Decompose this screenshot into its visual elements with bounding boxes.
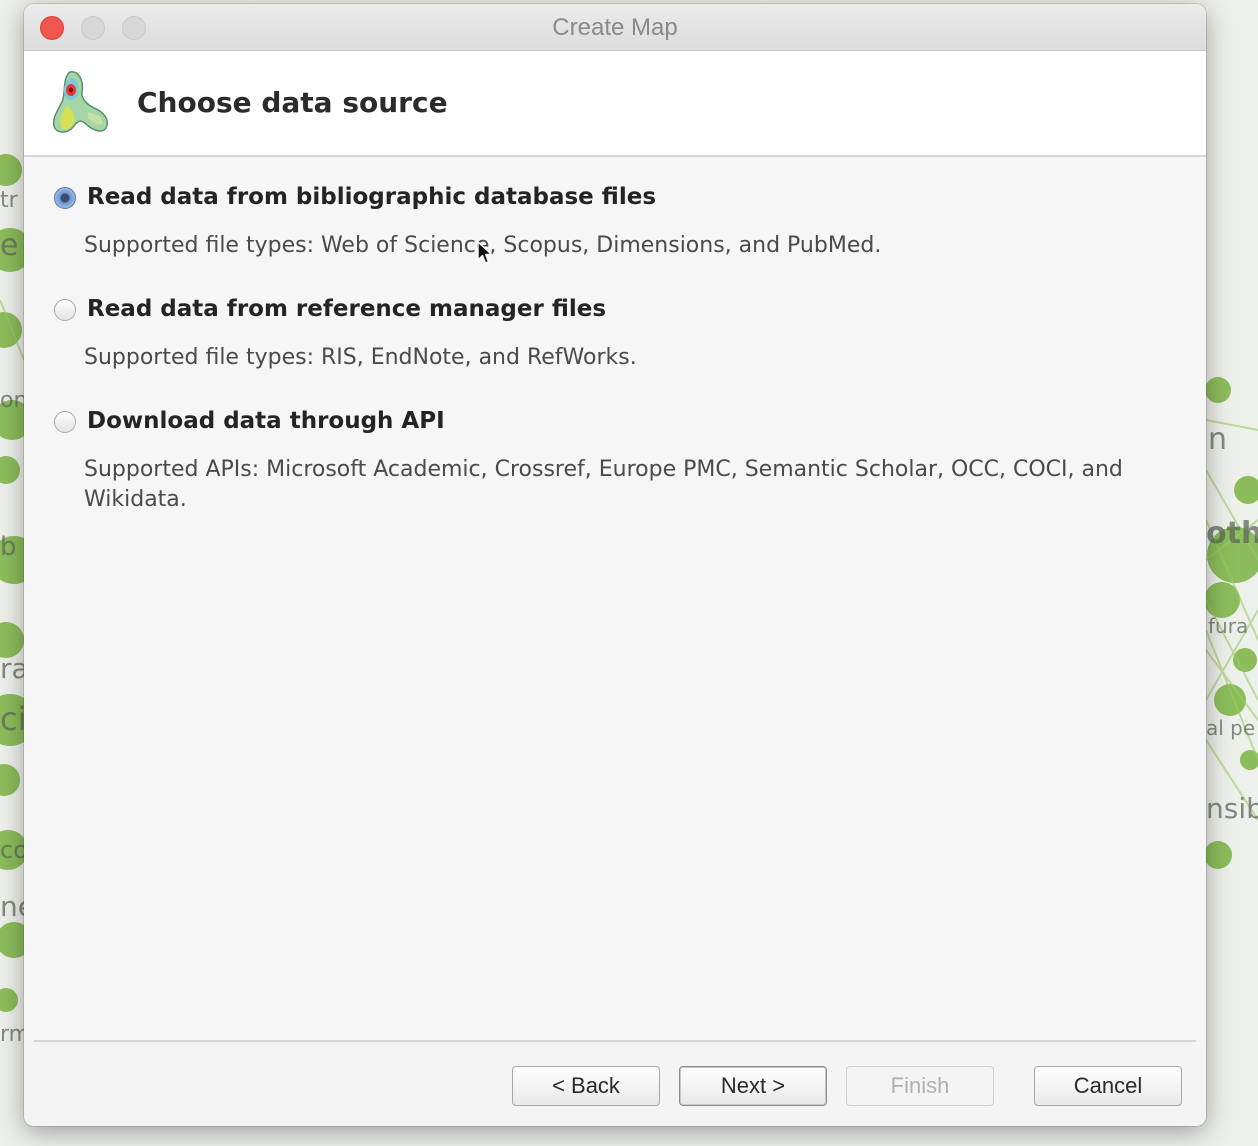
radio-reference-manager[interactable] <box>54 299 76 321</box>
background-label: b <box>0 532 17 562</box>
mouse-pointer-icon <box>477 241 493 264</box>
create-map-dialog: Create Map Choose data source Read data … <box>24 4 1206 1126</box>
option-description: Supported file types: Web of Science, Sc… <box>84 233 882 258</box>
option-label[interactable]: Download data through API <box>87 408 445 434</box>
cancel-button[interactable]: Cancel <box>1034 1066 1182 1106</box>
option-description: Supported APIs: Microsoft Academic, Cros… <box>84 457 1123 512</box>
radio-download-api[interactable] <box>54 411 76 433</box>
background-label: n <box>1208 422 1228 457</box>
window-title: Create Map <box>552 14 678 41</box>
background-label: al pe <box>1206 716 1256 740</box>
option-label[interactable]: Read data from reference manager files <box>87 296 606 322</box>
page-title: Choose data source <box>137 86 448 119</box>
background-label: ci <box>0 700 27 738</box>
background-label: tr <box>0 188 18 213</box>
option-label[interactable]: Read data from bibliographic database fi… <box>87 184 656 210</box>
next-button[interactable]: Next > <box>679 1066 827 1106</box>
background-label: nsib <box>1206 792 1258 825</box>
radio-bibliographic-database[interactable] <box>54 187 76 209</box>
background-label: fura <box>1208 614 1249 638</box>
back-button[interactable]: < Back <box>512 1066 660 1106</box>
option-description: Supported file types: RIS, EndNote, and … <box>84 345 637 370</box>
background-label: oth <box>1206 516 1258 551</box>
vosviewer-logo-icon <box>52 71 108 133</box>
background-label: e <box>0 228 19 263</box>
data-source-options: Read data from bibliographic database fi… <box>24 157 1206 1038</box>
title-bar[interactable]: Create Map <box>24 4 1206 51</box>
finish-button: Finish <box>846 1066 994 1106</box>
wizard-footer: < Back Next > Finish Cancel <box>24 1042 1206 1126</box>
